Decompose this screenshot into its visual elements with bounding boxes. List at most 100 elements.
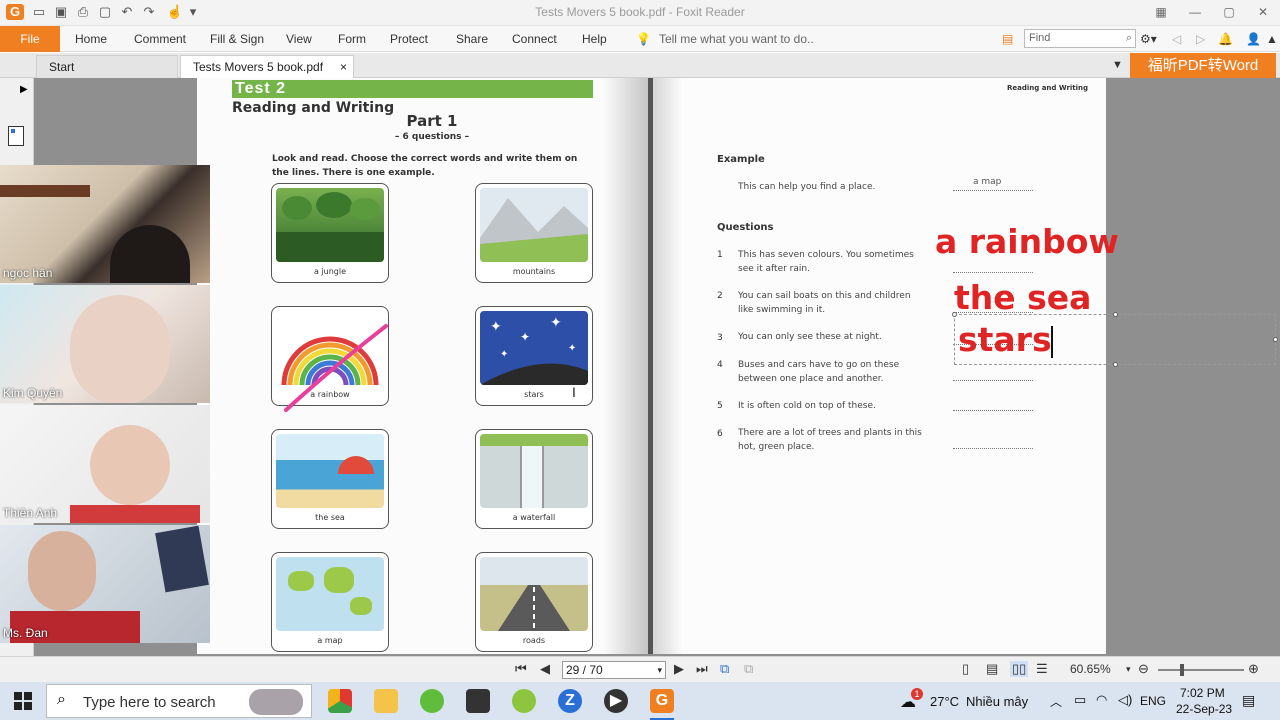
minimize-button[interactable]: — bbox=[1184, 2, 1206, 22]
page-number-value: 29 / 70 bbox=[566, 663, 603, 677]
media-player-icon[interactable]: ▶ bbox=[604, 689, 628, 713]
expand-panel-icon[interactable]: ▶ bbox=[20, 84, 28, 95]
typed-answer-rainbow[interactable]: a rainbow bbox=[935, 222, 1119, 261]
participant-name: Ms. Đan bbox=[3, 626, 48, 640]
picture-card-map: a map bbox=[271, 552, 389, 652]
app-icon[interactable] bbox=[512, 689, 536, 713]
notification-bell-icon[interactable]: 🔔 bbox=[1218, 26, 1233, 52]
example-answer: a map bbox=[973, 177, 1002, 187]
forward-arrow-icon[interactable]: ▷ bbox=[1196, 26, 1205, 52]
close-button[interactable]: ✕ bbox=[1252, 2, 1274, 22]
settings-gear-icon[interactable]: ⚙▾ bbox=[1140, 26, 1157, 52]
tab-share[interactable]: Share bbox=[456, 26, 488, 52]
question-number: 4 bbox=[717, 360, 723, 370]
app-icon[interactable] bbox=[420, 689, 444, 713]
video-tile-participant[interactable]: ngọc hân bbox=[0, 165, 210, 283]
question-text: There are a lot of trees and plants in t… bbox=[738, 428, 922, 452]
page-number-input[interactable]: 29 / 70 ▾ bbox=[562, 661, 666, 679]
file-explorer-icon[interactable] bbox=[374, 689, 398, 713]
network-icon[interactable]: ▭ bbox=[1074, 692, 1086, 708]
zoom-level[interactable]: 60.65% bbox=[1070, 662, 1111, 676]
tab-comment[interactable]: Comment bbox=[134, 26, 186, 52]
show-hidden-icons-icon[interactable]: ︿ bbox=[1050, 693, 1062, 710]
search-icon[interactable]: ⌕ bbox=[1126, 30, 1132, 47]
convert-to-word-button[interactable]: 福昕PDF转Word bbox=[1130, 53, 1276, 78]
tab-document[interactable]: Tests Movers 5 book.pdf × bbox=[180, 55, 354, 78]
account-icon[interactable]: 👤 bbox=[1246, 26, 1261, 52]
sea-picture bbox=[276, 434, 384, 508]
question-number: 5 bbox=[717, 401, 723, 411]
continuous-facing-icon[interactable]: ☰ bbox=[1036, 661, 1048, 677]
clock-date[interactable]: 22-Sep-23 bbox=[1176, 702, 1232, 716]
document-tab-bar: Start Tests Movers 5 book.pdf × ▼ 福昕PDF转… bbox=[0, 53, 1280, 78]
card-caption: a map bbox=[317, 636, 343, 645]
zoom-dropdown-icon[interactable]: ▾ bbox=[1126, 664, 1131, 675]
status-bar: ⏮ ◀ 29 / 70 ▾ ▶ ⏭ ⧉ ⧉ ▯ ▤ ▯▯ ☰ 60.65% ▾ ⊖… bbox=[0, 656, 1280, 682]
language-indicator[interactable]: ENG bbox=[1140, 694, 1166, 708]
continuous-icon[interactable]: ▤ bbox=[986, 661, 998, 677]
facing-icon[interactable]: ▯▯ bbox=[1010, 661, 1029, 677]
volume-icon[interactable]: ◁) bbox=[1118, 692, 1132, 708]
mountains-picture bbox=[480, 188, 588, 262]
previous-view-icon[interactable]: ⧉ bbox=[720, 661, 729, 677]
close-tab-icon[interactable]: × bbox=[340, 56, 347, 79]
typed-answer-sea[interactable]: the sea bbox=[954, 278, 1091, 317]
ribbon-display-icon[interactable]: ▦ bbox=[1150, 2, 1172, 22]
zoom-in-icon[interactable]: ⊕ bbox=[1248, 661, 1259, 677]
wifi-icon[interactable]: ◠ bbox=[1096, 692, 1107, 708]
weather-desc[interactable]: Nhiều mây bbox=[966, 694, 1028, 709]
weather-temp[interactable]: 27°C bbox=[930, 694, 959, 709]
first-page-icon[interactable]: ⏮ bbox=[515, 661, 527, 677]
collapse-ribbon-icon[interactable]: ▲ bbox=[1266, 26, 1278, 52]
card-caption: the sea bbox=[315, 513, 345, 522]
back-arrow-icon[interactable]: ◁ bbox=[1172, 26, 1181, 52]
tab-help[interactable]: Help bbox=[582, 26, 607, 52]
title-bar: G ▭ ▣ ⎙ ▢ ↶ ↷ ☝ ▾ Tests Movers 5 book.pd… bbox=[0, 0, 1280, 26]
tab-fill-sign[interactable]: Fill & Sign bbox=[210, 26, 264, 52]
next-page-icon[interactable]: ▶ bbox=[674, 661, 684, 677]
pen-annotation-stroke[interactable] bbox=[282, 318, 392, 418]
typed-answer-stars[interactable]: stars bbox=[958, 320, 1052, 359]
answer-line bbox=[953, 410, 1033, 411]
video-tile-participant[interactable]: Ms. Đan bbox=[0, 525, 210, 643]
tab-view[interactable]: View bbox=[286, 26, 312, 52]
taskbar-search-input[interactable]: ⌕ Type here to search bbox=[46, 684, 312, 718]
next-view-icon[interactable]: ⧉ bbox=[744, 661, 753, 677]
tab-connect[interactable]: Connect bbox=[512, 26, 557, 52]
question-text: It is often cold on top of these. bbox=[738, 401, 876, 411]
tab-list-dropdown-icon[interactable]: ▼ bbox=[1112, 53, 1123, 79]
tab-protect[interactable]: Protect bbox=[390, 26, 428, 52]
svg-text:✦: ✦ bbox=[520, 330, 530, 344]
tell-me-box[interactable]: 💡 Tell me what you want to do.. bbox=[636, 26, 814, 52]
foxit-taskbar-icon[interactable]: G bbox=[650, 689, 674, 713]
tab-start[interactable]: Start bbox=[36, 55, 178, 78]
previous-page-icon[interactable]: ◀ bbox=[540, 661, 550, 677]
app-icon[interactable] bbox=[328, 689, 352, 713]
tab-form[interactable]: Form bbox=[338, 26, 366, 52]
find-folder-icon[interactable]: ▤ bbox=[1002, 26, 1013, 52]
single-page-icon[interactable]: ▯ bbox=[962, 661, 969, 677]
search-icon: ⌕ bbox=[57, 691, 66, 708]
windows-start-icon[interactable] bbox=[14, 692, 32, 710]
zoom-slider[interactable] bbox=[1158, 664, 1244, 676]
find-input[interactable]: Find ⌕ bbox=[1024, 29, 1136, 48]
zoom-out-icon[interactable]: ⊖ bbox=[1138, 661, 1149, 677]
zoom-app-icon[interactable]: Z bbox=[558, 689, 582, 713]
svg-text:✦: ✦ bbox=[568, 343, 576, 354]
video-editor-icon[interactable] bbox=[466, 689, 490, 713]
text-cursor-icon: I bbox=[572, 384, 576, 400]
pages-thumbnail-icon[interactable] bbox=[8, 126, 24, 146]
tab-file[interactable]: File bbox=[0, 26, 60, 52]
last-page-icon[interactable]: ⏭ bbox=[696, 661, 708, 677]
tab-home[interactable]: Home bbox=[75, 26, 107, 52]
video-tile-participant[interactable]: Kim Quyên bbox=[0, 285, 210, 403]
clock-time[interactable]: 7:02 PM bbox=[1180, 686, 1225, 700]
video-tile-participant[interactable]: Thiên Anh bbox=[0, 405, 210, 523]
maximize-button[interactable]: ▢ bbox=[1218, 2, 1240, 22]
example-text: This can help you find a place. bbox=[738, 182, 876, 192]
page-dropdown-icon[interactable]: ▾ bbox=[657, 662, 662, 678]
notifications-icon[interactable]: ▤ bbox=[1242, 692, 1255, 709]
picture-card-sea: the sea bbox=[271, 429, 389, 529]
answer-line bbox=[953, 448, 1033, 449]
tell-me-text: Tell me what you want to do.. bbox=[658, 32, 814, 46]
